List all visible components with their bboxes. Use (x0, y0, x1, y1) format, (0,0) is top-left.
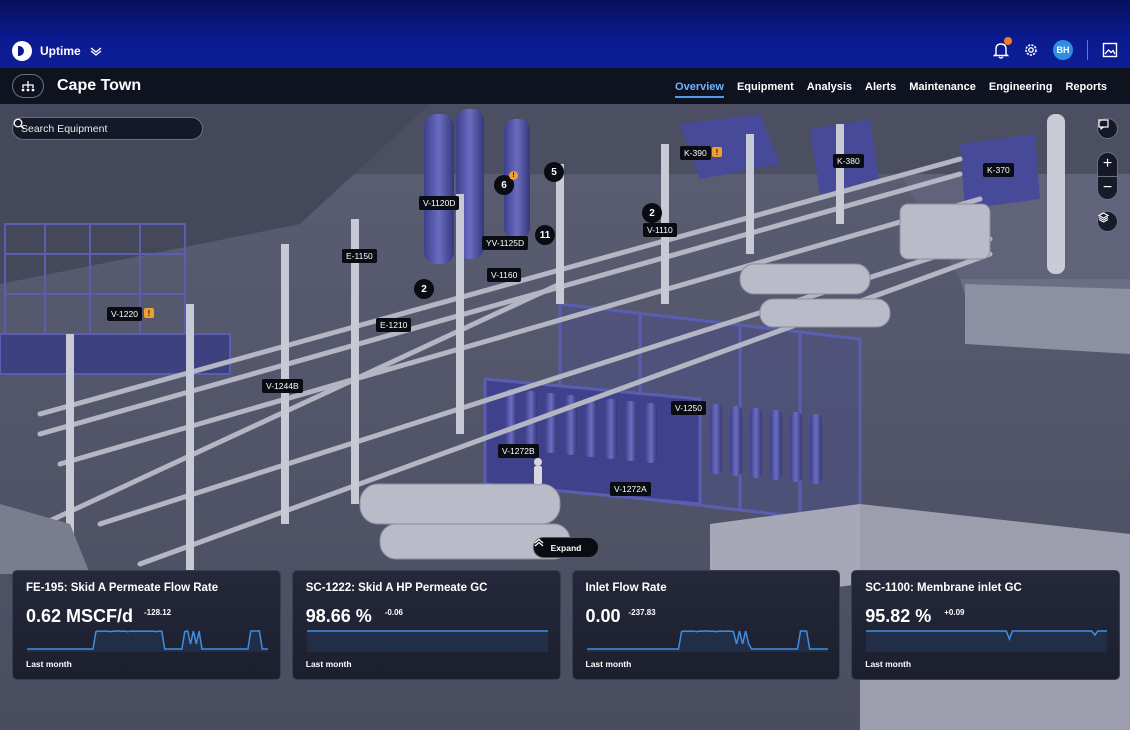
notifications-button[interactable] (992, 37, 1012, 59)
kpi-card[interactable]: Inlet Flow Rate 0.00 -237.83 Last month (571, 570, 841, 680)
badge-count: 11 (539, 229, 551, 241)
tab-analysis[interactable]: Analysis (807, 81, 852, 98)
search-input[interactable] (21, 122, 181, 135)
hierarchy-icon (21, 81, 35, 92)
screenshot-button[interactable] (1097, 118, 1118, 139)
kpi-period: Last month (865, 659, 912, 669)
kpi-cards: FE-195: Skid A Permeate Flow Rate 0.62 M… (12, 570, 1120, 680)
kpi-delta: -128.12 (144, 608, 172, 617)
kpi-delta: +0.09 (944, 608, 965, 617)
expand-label: Expand (550, 542, 582, 553)
chevron-down-icon[interactable] (89, 46, 103, 56)
kpi-value: 98.66 % (305, 606, 372, 626)
kpi-card[interactable]: FE-195: Skid A Permeate Flow Rate 0.62 M… (12, 570, 281, 680)
kpi-value: 95.82 % (865, 606, 932, 626)
gear-icon[interactable] (1023, 42, 1039, 58)
zoom-in-button[interactable]: + (1098, 153, 1117, 176)
app-name: Uptime (40, 44, 81, 58)
equipment-tag[interactable]: YV-1125D (482, 236, 529, 250)
layers-button[interactable] (1097, 211, 1118, 232)
kpi-card[interactable]: SC-1222: Skid A HP Permeate GC 98.66 % -… (291, 570, 561, 680)
equipment-tag[interactable]: V-1272B (498, 444, 539, 458)
zoom-out-button[interactable]: − (1098, 177, 1117, 200)
alert-count-badge[interactable]: 2 (414, 279, 434, 299)
search-icon (13, 118, 25, 130)
equipment-tag[interactable]: V-1250 (671, 401, 706, 415)
kpi-sparkline (586, 630, 828, 652)
chevron-up-icon (534, 538, 544, 547)
equipment-tag[interactable]: E-1210 (376, 318, 412, 332)
equipment-tag[interactable]: V-1220 (107, 307, 142, 321)
main-tabs: Overview Equipment Analysis Alerts Maint… (675, 81, 1107, 98)
uptime-logo-icon (12, 41, 32, 61)
warning-icon[interactable]: ! (712, 147, 722, 157)
kpi-delta: -0.06 (384, 608, 403, 617)
equipment-tag[interactable]: V-1244B (262, 379, 303, 393)
kpi-delta: -237.83 (628, 608, 656, 617)
equipment-tag[interactable]: K-390 (680, 146, 711, 160)
app-header: Uptime BH (0, 0, 1130, 68)
alert-count-badge[interactable]: 6 ! (494, 171, 518, 195)
kpi-sparkline (306, 630, 548, 652)
equipment-tag[interactable]: V-1120D (419, 196, 460, 210)
zoom-controls: + − (1097, 152, 1118, 200)
equipment-tag[interactable]: K-380 (833, 154, 864, 168)
site-hierarchy-button[interactable] (12, 74, 44, 98)
kpi-value: 0.62 MSCF/d (26, 606, 134, 626)
notification-dot (1004, 37, 1012, 45)
site-navbar: Cape Town Overview Equipment Analysis Al… (0, 68, 1130, 104)
image-icon[interactable] (1102, 42, 1118, 58)
app-switcher[interactable]: Uptime (12, 41, 103, 61)
tab-equipment[interactable]: Equipment (737, 81, 794, 98)
user-avatar[interactable]: BH (1053, 40, 1073, 60)
sparkline-area (866, 631, 1108, 652)
equipment-tag[interactable]: V-1272A (610, 482, 651, 496)
sparkline-area (306, 631, 548, 652)
kpi-title: SC-1222: Skid A HP Permeate GC (305, 582, 488, 594)
badge-count: 2 (649, 207, 655, 219)
badge-count: 5 (551, 166, 557, 178)
tab-maintenance[interactable]: Maintenance (909, 81, 976, 98)
header-divider (1087, 40, 1088, 60)
equipment-tag[interactable]: E-1150 (342, 249, 377, 263)
equipment-tag[interactable]: V-1110 (643, 223, 677, 237)
tab-overview[interactable]: Overview (675, 81, 724, 98)
kpi-period: Last month (26, 659, 72, 669)
search-bar[interactable] (12, 117, 203, 140)
comment-icon (1098, 119, 1109, 130)
kpi-period: Last month (305, 659, 352, 669)
expand-button[interactable]: Expand (533, 537, 599, 558)
badge-count: 6 (501, 179, 507, 191)
tab-reports[interactable]: Reports (1065, 81, 1107, 98)
alert-count-badge[interactable]: 5 (544, 162, 564, 182)
tab-engineering[interactable]: Engineering (989, 81, 1053, 98)
equipment-tag[interactable]: V-1160 (487, 268, 522, 282)
kpi-sparkline (866, 630, 1108, 652)
kpi-sparkline (27, 630, 268, 652)
badge-count: 2 (421, 283, 427, 295)
kpi-title: SC-1100: Membrane inlet GC (865, 582, 1022, 594)
kpi-value: 0.00 (585, 606, 621, 626)
kpi-title: Inlet Flow Rate (585, 582, 667, 594)
alert-count-badge[interactable]: 11 (535, 225, 555, 245)
equipment-tag[interactable]: K-370 (983, 163, 1014, 177)
page-title: Cape Town (57, 77, 142, 94)
layers-icon (1098, 212, 1109, 223)
warning-icon[interactable]: ! (144, 308, 154, 318)
kpi-card[interactable]: SC-1100: Membrane inlet GC 95.82 % +0.09… (851, 570, 1120, 680)
kpi-period: Last month (585, 659, 632, 669)
tab-alerts[interactable]: Alerts (865, 81, 896, 98)
warning-icon: ! (509, 171, 518, 180)
kpi-title: FE-195: Skid A Permeate Flow Rate (26, 582, 219, 594)
alert-count-badge[interactable]: 2 (642, 203, 662, 223)
